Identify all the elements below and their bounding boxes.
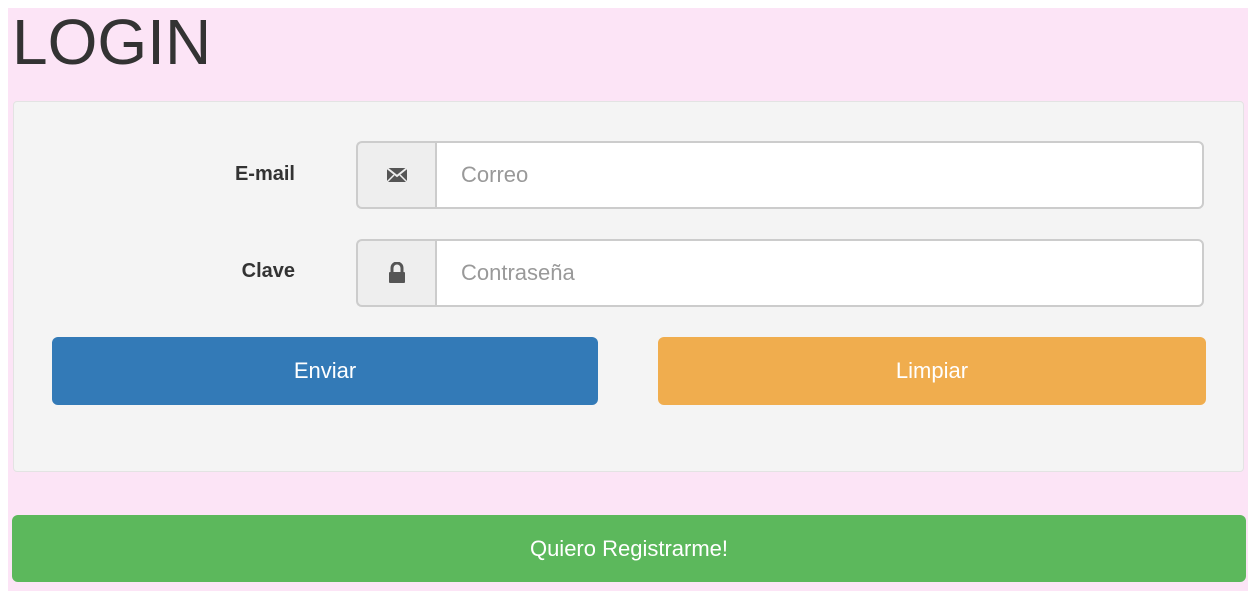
lock-icon: [356, 239, 435, 307]
email-input[interactable]: [435, 141, 1204, 209]
email-label: E-mail: [234, 163, 295, 185]
page-title: LOGIN: [12, 6, 212, 78]
submit-button[interactable]: Enviar: [52, 337, 598, 405]
envelope-icon: [356, 141, 435, 209]
password-input[interactable]: [435, 239, 1204, 307]
email-input-group: [356, 141, 1204, 209]
register-button[interactable]: Quiero Registrarme!: [12, 515, 1246, 582]
password-label: Clave: [241, 260, 295, 282]
password-input-group: [356, 239, 1204, 307]
clear-button[interactable]: Limpiar: [658, 337, 1206, 405]
